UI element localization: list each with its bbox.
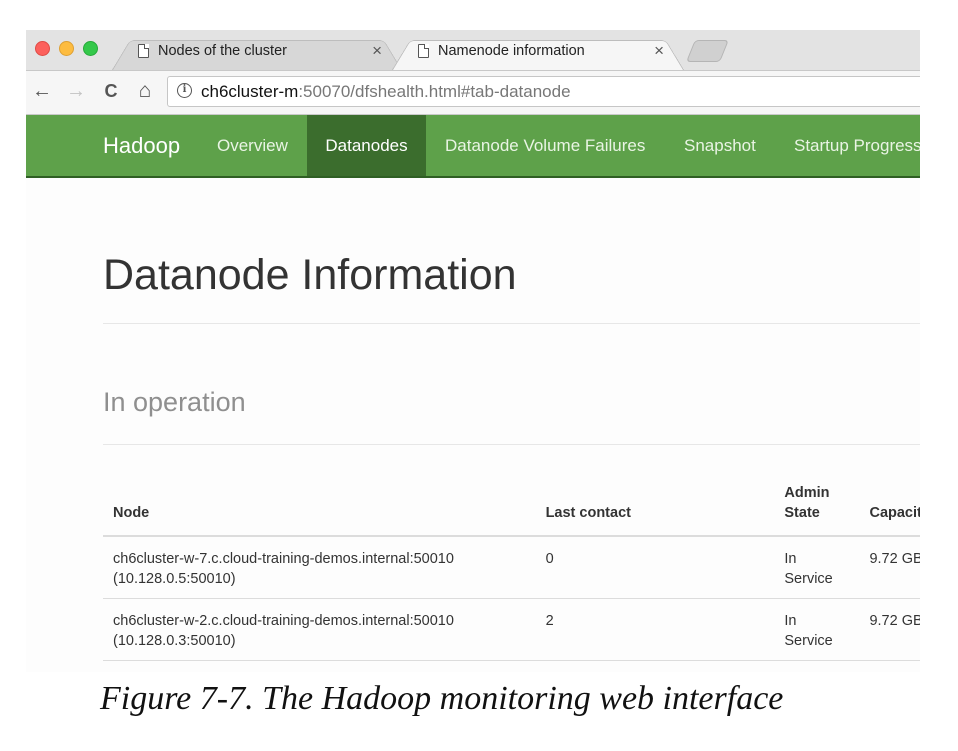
admin-state-line2: Service: [784, 571, 833, 587]
home-icon[interactable]: ⌂: [133, 79, 157, 103]
divider: [103, 323, 920, 324]
close-icon[interactable]: ×: [654, 41, 664, 61]
header-admin-line2: State: [784, 505, 820, 521]
header-admin-state[interactable]: Admin State: [774, 477, 860, 537]
header-last-contact[interactable]: Last contact: [535, 477, 775, 537]
tab-strip: Nodes of the cluster × Namenode informat…: [26, 30, 920, 71]
tab-namenode-information[interactable]: Namenode information ×: [392, 35, 684, 70]
admin-state-line1: In: [784, 613, 797, 629]
datanode-table: Node Last contact Admin State Capacity ch…: [103, 477, 920, 661]
cell-admin-state: In Service: [774, 598, 860, 661]
header-node[interactable]: Node: [103, 477, 536, 537]
figure-caption: Figure 7-7. The Hadoop monitoring web in…: [100, 680, 784, 717]
url-host: ch6cluster-m: [201, 82, 299, 101]
nav-datanode-volume-failures[interactable]: Datanode Volume Failures: [445, 115, 645, 176]
hadoop-navbar: Hadoop Overview Datanodes Datanode Volum…: [26, 115, 920, 178]
node-host: ch6cluster-w-7.c.cloud-training-demos.in…: [113, 551, 454, 567]
table-row: ch6cluster-w-2.c.cloud-training-demos.in…: [103, 598, 920, 661]
header-admin-line1: Admin: [784, 485, 830, 501]
nav-startup-progress[interactable]: Startup Progress: [794, 115, 920, 176]
cell-capacity: 9.72 GB: [859, 536, 920, 599]
reload-icon[interactable]: C: [99, 79, 123, 103]
browser-toolbar: ← → C ⌂ i ch6cluster-m:50070/dfshealth.h…: [26, 71, 920, 115]
cell-node: ch6cluster-w-7.c.cloud-training-demos.in…: [103, 536, 536, 599]
cell-last-contact: 2: [535, 598, 775, 661]
close-icon[interactable]: ×: [372, 41, 382, 61]
cell-node: ch6cluster-w-2.c.cloud-training-demos.in…: [103, 598, 536, 661]
new-tab-button[interactable]: [686, 40, 729, 62]
url-path: :50070/dfshealth.html#tab-datanode: [298, 82, 571, 101]
url-text[interactable]: ch6cluster-m:50070/dfshealth.html#tab-da…: [201, 82, 571, 102]
browser-window: Nodes of the cluster × Namenode informat…: [26, 30, 920, 672]
table-row: ch6cluster-w-7.c.cloud-training-demos.in…: [103, 536, 920, 599]
table-header-row: Node Last contact Admin State Capacity: [103, 477, 920, 537]
nav-overview[interactable]: Overview: [217, 115, 288, 176]
node-ip: (10.128.0.3:50010): [113, 633, 236, 649]
tab-title: Nodes of the cluster: [158, 43, 287, 59]
admin-state-line1: In: [784, 551, 797, 567]
nav-snapshot[interactable]: Snapshot: [684, 115, 756, 176]
page-title: Datanode Information: [103, 251, 517, 299]
document-icon: [418, 44, 429, 58]
minimize-window-button[interactable]: [59, 41, 74, 56]
tab-title: Namenode information: [438, 43, 585, 59]
admin-state-line2: Service: [784, 633, 833, 649]
forward-arrow-icon[interactable]: →: [64, 79, 88, 103]
info-icon[interactable]: i: [177, 83, 192, 98]
back-arrow-icon[interactable]: ←: [30, 79, 54, 103]
section-title: In operation: [103, 387, 246, 417]
divider: [103, 444, 920, 445]
cell-last-contact: 0: [535, 536, 775, 599]
cell-admin-state: In Service: [774, 536, 860, 599]
nav-datanodes[interactable]: Datanodes: [307, 115, 426, 176]
zoom-window-button[interactable]: [83, 41, 98, 56]
node-ip: (10.128.0.5:50010): [113, 571, 236, 587]
cell-capacity: 9.72 GB: [859, 598, 920, 661]
document-icon: [138, 44, 149, 58]
node-host: ch6cluster-w-2.c.cloud-training-demos.in…: [113, 613, 454, 629]
navbar-brand[interactable]: Hadoop: [103, 133, 180, 159]
tab-nodes-of-cluster[interactable]: Nodes of the cluster ×: [112, 35, 402, 70]
address-bar[interactable]: i ch6cluster-m:50070/dfshealth.html#tab-…: [167, 76, 920, 107]
close-window-button[interactable]: [35, 41, 50, 56]
header-capacity[interactable]: Capacity: [859, 477, 920, 537]
